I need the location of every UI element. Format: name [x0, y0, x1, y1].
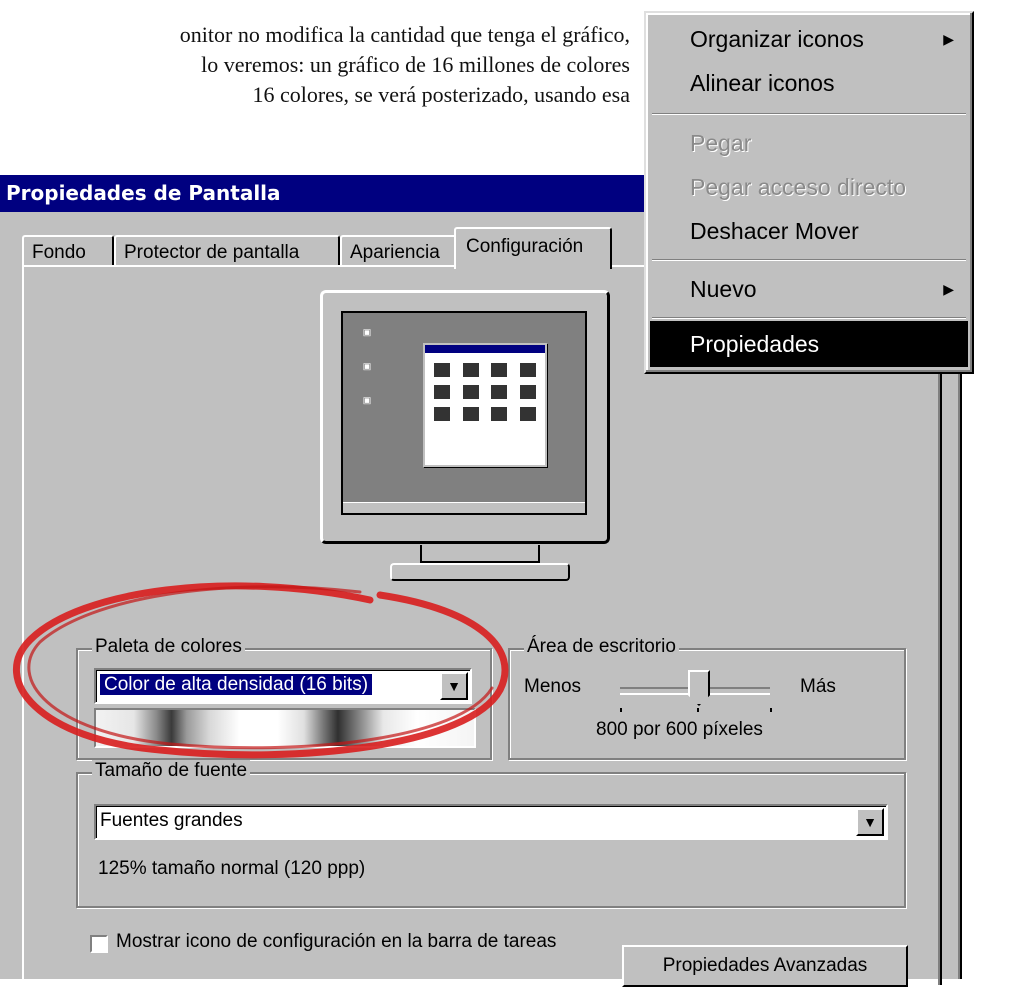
menu-item-deshacer-mover[interactable]: Deshacer Mover [650, 205, 968, 257]
desktop-context-menu: Organizar iconos ▶ Alinear iconos Pegar … [644, 11, 974, 374]
show-config-icon-checkbox[interactable] [90, 935, 108, 953]
advanced-properties-button[interactable]: Propiedades Avanzadas [622, 945, 908, 987]
mini-taskbar [343, 502, 585, 513]
mini-window [423, 343, 547, 467]
show-config-icon-label[interactable]: Mostrar icono de configuración en la bar… [116, 931, 556, 953]
article-text: onitor no modifica la cantidad que tenga… [0, 20, 630, 110]
slider-tick [620, 708, 622, 712]
font-size-group: Tamaño de fuente [76, 760, 906, 908]
article-line: 16 colores, se verá posterizado, usando … [252, 82, 630, 107]
desktop-area-group: Área de escritorio [508, 636, 906, 760]
palette-select[interactable]: Color de alta densidad (16 bits) ▼ [94, 668, 472, 704]
menu-item-alinear-iconos[interactable]: Alinear iconos [650, 57, 968, 109]
monitor-stand [390, 563, 570, 581]
menu-item-label: Nuevo [690, 276, 757, 302]
mini-window-icons [425, 353, 545, 431]
desktop-area-group-label: Área de escritorio [524, 636, 679, 658]
monitor-neck [420, 545, 540, 563]
monitor-preview: ▣ ▣ ▣ [320, 290, 610, 544]
article-line: onitor no modifica la cantidad que tenga… [179, 22, 630, 47]
resolution-value: 800 por 600 píxeles [596, 719, 763, 740]
article-line: lo veremos: un gráfico de 16 millones de… [201, 52, 630, 77]
tab-fondo[interactable]: Fondo [22, 235, 114, 267]
menu-separator [652, 317, 966, 319]
desktop-icon: ▣ [362, 327, 372, 337]
menu-item-label: Organizar iconos [690, 26, 864, 52]
chevron-down-icon[interactable]: ▼ [856, 808, 884, 836]
slider-tick [770, 708, 772, 712]
monitor-screen: ▣ ▣ ▣ [341, 311, 587, 515]
tab-apariencia[interactable]: Apariencia [340, 235, 470, 267]
menu-item-propiedades[interactable]: Propiedades [650, 321, 968, 367]
font-size-select[interactable]: Fuentes grandes ▼ [94, 804, 888, 840]
font-size-note: 125% tamaño normal (120 ppp) [98, 858, 366, 879]
palette-group-label: Paleta de colores [92, 636, 245, 658]
font-size-selected-value: Fuentes grandes [100, 810, 243, 831]
recycle-bin-icon: ▣ [362, 395, 372, 405]
chevron-down-icon[interactable]: ▼ [440, 672, 468, 700]
color-palette-preview [94, 708, 476, 748]
mini-window-titlebar [425, 345, 545, 353]
menu-item-nuevo[interactable]: Nuevo ▶ [650, 263, 968, 315]
desktop-icon: ▣ [362, 361, 372, 371]
slider-min-label: Menos [524, 676, 582, 697]
palette-selected-value: Color de alta densidad (16 bits) [98, 673, 374, 696]
menu-separator [652, 113, 966, 115]
slider-tick [697, 708, 699, 712]
tab-configuracion[interactable]: Configuración [454, 227, 612, 269]
tab-protector[interactable]: Protector de pantalla [114, 235, 340, 267]
menu-separator [652, 259, 966, 261]
slider-max-label: Más [800, 676, 836, 697]
font-size-group-label: Tamaño de fuente [92, 760, 251, 782]
submenu-arrow-icon: ▶ [943, 281, 954, 297]
